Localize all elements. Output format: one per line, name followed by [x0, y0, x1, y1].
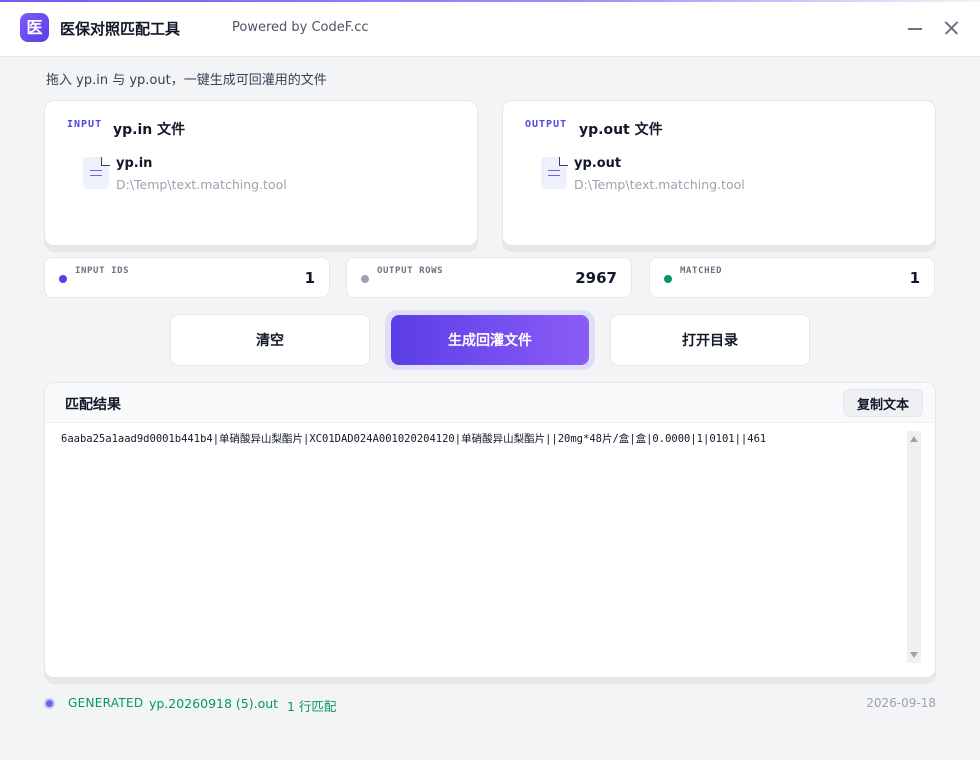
file-icon — [541, 157, 568, 189]
input-file-path: D:\Temp\text.matching.tool — [116, 177, 287, 192]
file-icon — [83, 157, 110, 189]
stat-dot-icon — [664, 275, 672, 283]
clear-button[interactable]: 清空 — [170, 314, 370, 366]
output-card-title: yp.out 文件 — [579, 122, 663, 138]
result-title: 匹配结果 — [65, 397, 121, 413]
scroll-up-icon[interactable] — [910, 436, 918, 442]
output-tag: OUTPUT — [525, 119, 568, 130]
result-panel: 匹配结果 复制文本 6aaba25a1aad9d0001b441b4|单硝酸异山… — [44, 382, 936, 678]
app-logo-icon: 医 — [20, 13, 49, 42]
stat-value: 2967 — [575, 269, 617, 287]
result-header: 匹配结果 复制文本 — [45, 383, 935, 423]
app-title: 医保对照匹配工具 — [60, 20, 181, 38]
input-file-name: yp.in — [116, 156, 153, 171]
status-date: 2026-09-18 — [866, 696, 936, 710]
status-dot-icon — [44, 698, 55, 709]
result-scrollbar[interactable] — [907, 431, 921, 663]
output-file-name: yp.out — [574, 156, 622, 171]
match-count: 1 行匹配 — [287, 699, 337, 714]
minimize-icon[interactable] — [904, 16, 926, 38]
status-separator: · — [273, 696, 277, 711]
stat-label: INPUT IDS — [75, 266, 130, 276]
stat-value: 1 — [909, 269, 920, 287]
status-bar: GENERATED yp.20260918 (5).out · 1 行匹配 20… — [44, 695, 936, 714]
generate-button[interactable]: 生成回灌文件 — [391, 315, 589, 365]
output-file-path: D:\Temp\text.matching.tool — [574, 177, 745, 192]
stat-output-rows: OUTPUT ROWS 2967 — [346, 257, 632, 298]
stat-dot-icon — [59, 275, 67, 283]
result-textarea[interactable]: 6aaba25a1aad9d0001b441b4|单硝酸异山梨酯片|XC01DA… — [61, 431, 901, 663]
scroll-down-icon[interactable] — [910, 652, 918, 658]
stat-value: 1 — [304, 269, 315, 287]
close-icon[interactable] — [940, 16, 962, 38]
input-tag: INPUT — [67, 119, 103, 130]
stat-input-ids: INPUT IDS 1 — [44, 257, 330, 298]
stat-label: MATCHED — [680, 266, 723, 276]
generated-file-name[interactable]: yp.20260918 (5).out — [149, 696, 278, 711]
stat-dot-icon — [361, 275, 369, 283]
instruction-text: 拖入 yp.in 与 yp.out，一键生成可回灌用的文件 — [46, 73, 327, 88]
open-directory-button[interactable]: 打开目录 — [610, 314, 810, 366]
input-file-card[interactable]: INPUT yp.in 文件 yp.in D:\Temp\text.matchi… — [44, 100, 478, 246]
stat-matched: MATCHED 1 — [649, 257, 935, 298]
title-bar: 医 医保对照匹配工具 Powered by CodeF.cc — [0, 2, 980, 57]
output-file-card[interactable]: OUTPUT yp.out 文件 yp.out D:\Temp\text.mat… — [502, 100, 936, 246]
copy-text-button[interactable]: 复制文本 — [843, 389, 923, 417]
powered-by-text: Powered by CodeF.cc — [232, 20, 369, 35]
stat-label: OUTPUT ROWS — [377, 266, 444, 276]
status-label: GENERATED — [68, 696, 144, 710]
input-card-title: yp.in 文件 — [113, 122, 186, 138]
